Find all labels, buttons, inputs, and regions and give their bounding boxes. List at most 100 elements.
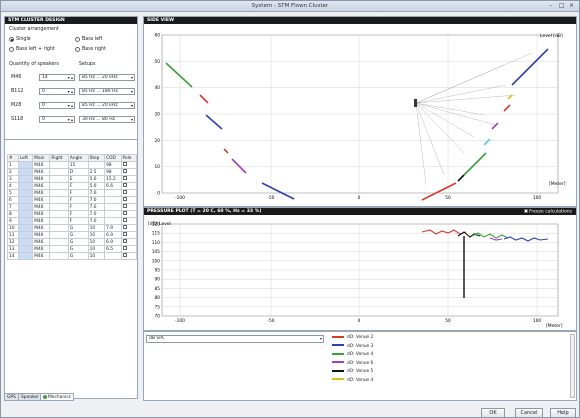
- pole-checkbox[interactable]: [122, 253, 127, 258]
- freeze-calculations[interactable]: Freeze calculations: [523, 209, 572, 215]
- row-name: B112: [11, 89, 24, 94]
- pole-checkbox[interactable]: [122, 190, 127, 195]
- table-cell: M46: [32, 245, 51, 253]
- table-cell: [49, 210, 69, 218]
- tab-mechanics[interactable]: Mechanics: [40, 393, 75, 401]
- table-row[interactable]: 10 M46 G 10 7.9: [7, 224, 138, 232]
- table-row[interactable]: 8 M46 F 7.0: [7, 210, 138, 218]
- table-cell: 8: [7, 210, 19, 218]
- table-cell: [87, 161, 106, 169]
- x-tick-label: -100: [175, 195, 185, 201]
- table-row[interactable]: 2 M46 D 2.5 98: [7, 168, 138, 176]
- pole-checkbox[interactable]: [122, 239, 127, 244]
- quantity-stepper[interactable]: 0 ▾ ▴: [39, 102, 75, 109]
- table-row[interactable]: 13 M46 G 10 6.5: [7, 245, 138, 253]
- freeze-checkbox[interactable]: [523, 209, 528, 213]
- venue-5-curve-top: [457, 231, 481, 238]
- legend-item[interactable]: dO: Venue 2: [332, 334, 373, 343]
- table-cell: [17, 252, 34, 260]
- table-row[interactable]: 3 M46 E 5.0 15.2: [7, 175, 138, 183]
- legend-label: dO: Venue 4: [347, 377, 374, 383]
- quantity-stepper[interactable]: 0 ▾ ▴: [39, 88, 75, 95]
- pole-checkbox[interactable]: [122, 169, 127, 174]
- pole-checkbox[interactable]: [122, 218, 127, 223]
- legend-item[interactable]: dO: Venue 4: [332, 351, 373, 360]
- stepper-arrows-icon[interactable]: ▾ ▴: [68, 117, 73, 123]
- radio-bass-left[interactable]: [75, 37, 80, 42]
- table-cell: M46: [32, 217, 51, 225]
- tab-speaker[interactable]: Speaker: [18, 393, 42, 401]
- table-cell: 6.9: [104, 231, 122, 239]
- cancel-button[interactable]: Cancel: [515, 408, 543, 418]
- pole-checkbox[interactable]: [122, 162, 127, 167]
- legend: dO: Venue 2 dO: Venue 3 dO: Venue 4 dO: Ven…: [332, 334, 373, 385]
- close-icon[interactable]: ×: [569, 2, 574, 9]
- legend-item[interactable]: dO: Venue 3: [332, 343, 373, 352]
- plot-type-select[interactable]: dB SPL ▾: [146, 335, 324, 343]
- pole-checkbox[interactable]: [122, 183, 127, 188]
- table-cell: [49, 252, 69, 260]
- pole-checkbox[interactable]: [122, 176, 127, 181]
- pole-checkbox[interactable]: [122, 211, 127, 216]
- table-row[interactable]: 11 M46 G 10 6.9: [7, 231, 138, 239]
- table-cell: [104, 189, 122, 197]
- table-row[interactable]: 5 M46 F 7.0: [7, 189, 138, 197]
- stepper-arrows-icon[interactable]: ▾ ▴: [68, 89, 73, 95]
- table-cell: 6.5: [104, 245, 122, 253]
- table-cell: 2.5: [87, 168, 106, 176]
- table-cell: 15: [67, 161, 89, 169]
- quantity-value: 0: [42, 103, 45, 108]
- pole-checkbox-cell: [120, 252, 138, 260]
- table-row[interactable]: 4 M46 F 5.0 6.6: [7, 182, 138, 190]
- table-cell: [49, 161, 69, 169]
- table-row[interactable]: 14 M46 G 10: [7, 252, 138, 260]
- ray-line: [415, 52, 533, 104]
- setup-select[interactable]: 85 Hz ... 20 kHz ▾: [79, 74, 135, 81]
- pressure-x-unit: [Meter]: [546, 323, 563, 329]
- legend-item[interactable]: dO: Venue 4: [332, 377, 373, 386]
- legend-scrollbar[interactable]: [570, 334, 575, 398]
- table-row[interactable]: 1 M46 15 98: [7, 161, 138, 169]
- setup-select[interactable]: 85 Hz ... 20 kHz ▾: [79, 102, 135, 109]
- table-row[interactable]: 7 M46 F 7.0: [7, 203, 138, 211]
- setup-select[interactable]: 85 Hz ... 180 Hz ▾: [79, 88, 135, 95]
- table-row[interactable]: 6 M46 F 7.0: [7, 196, 138, 204]
- x-tick-label: -50: [267, 195, 274, 201]
- venue-2-left: [199, 94, 209, 104]
- pole-checkbox[interactable]: [122, 197, 127, 202]
- pole-checkbox[interactable]: [122, 225, 127, 230]
- legend-item[interactable]: dO: Venue 6: [332, 360, 373, 369]
- maximize-icon[interactable]: □: [559, 2, 565, 9]
- table-row[interactable]: 9 M46 F 7.0: [7, 217, 138, 225]
- quantity-stepper[interactable]: 14 ▾ ▴: [39, 74, 75, 81]
- pole-checkbox[interactable]: [122, 232, 127, 237]
- pole-checkbox[interactable]: [122, 204, 127, 209]
- pole-checkbox[interactable]: [122, 246, 127, 251]
- table-cell: 3: [7, 175, 19, 183]
- tab-gps[interactable]: GPS: [4, 393, 19, 401]
- pressure-plot[interactable]: 120115110105100959085807570-100 -50 0 50 100…: [144, 216, 576, 331]
- x-tick-label: 100: [533, 318, 541, 324]
- radio-bass-left-right[interactable]: [9, 47, 14, 52]
- radio-single[interactable]: [9, 37, 14, 42]
- ok-button[interactable]: OK: [481, 408, 505, 418]
- radio-bass-right[interactable]: [75, 47, 80, 52]
- help-button[interactable]: Help: [550, 408, 576, 418]
- y-tick-label: 10: [155, 164, 161, 170]
- table-row[interactable]: 12 M46 G 10 6.9: [7, 238, 138, 246]
- legend-item[interactable]: dO: Venue 5: [332, 368, 373, 377]
- legend-label: dO: Venue 6: [347, 360, 374, 366]
- stepper-arrows-icon[interactable]: ▾ ▴: [68, 103, 73, 109]
- side-view-plot[interactable]: 6050403020100-100 -50 0 50 100 Level [dB] [M…: [144, 25, 576, 207]
- table-cell: [49, 245, 69, 253]
- x-tick-label: 50: [445, 318, 451, 324]
- quantity-stepper[interactable]: 0 ▾ ▴: [39, 116, 75, 123]
- minimize-icon[interactable]: –: [549, 2, 552, 9]
- stepper-arrows-icon[interactable]: ▾ ▴: [68, 75, 73, 81]
- cluster-design-header: STM CLUSTER DESIGN: [5, 17, 137, 24]
- pressure-y-unit: [dB] Level: [148, 221, 171, 227]
- table-header-cell: Right: [49, 154, 69, 162]
- chevron-down-icon: ▾: [130, 89, 133, 94]
- setup-select[interactable]: 30 Hz ... 80 Hz ▾: [79, 116, 135, 123]
- legend-label: dO: Venue 5: [347, 369, 374, 374]
